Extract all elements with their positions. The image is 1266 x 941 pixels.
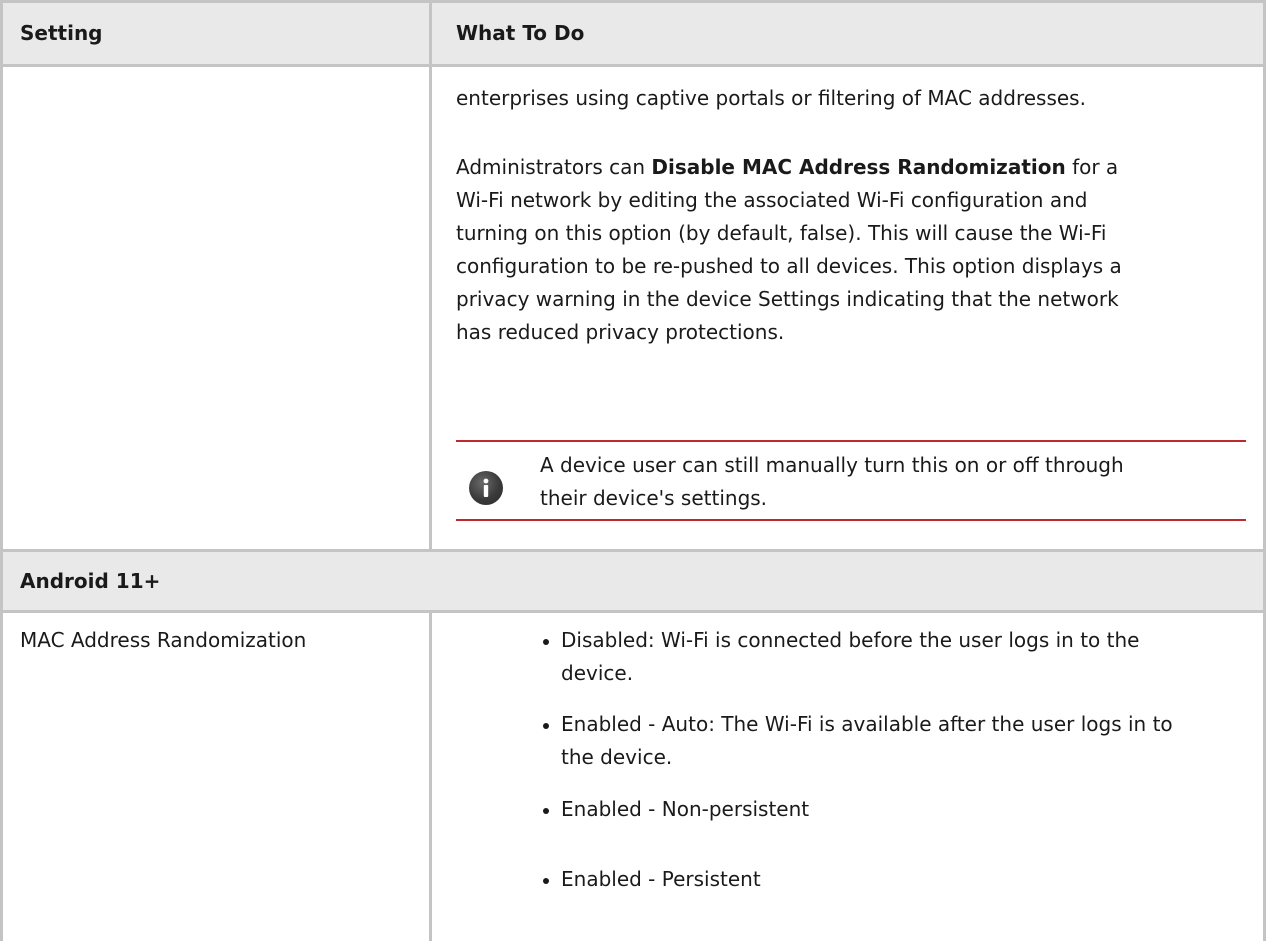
note-bottom-rule: [456, 519, 1246, 521]
column-divider: [429, 67, 432, 549]
column-header-setting: Setting: [20, 21, 103, 45]
admin-paragraph-line: has reduced privacy protections.: [456, 320, 785, 344]
admin-paragraph-line: Wi-Fi network by editing the associated …: [456, 188, 1088, 212]
admin-paragraph: Administrators can Disable MAC Address R…: [456, 151, 1246, 349]
option-enabled-auto: Enabled - Auto: The Wi-Fi is available a…: [539, 708, 1239, 774]
note-text: A device user can still manually turn th…: [540, 449, 1240, 515]
admin-paragraph-line: turning on this option (by default, fals…: [456, 221, 1107, 245]
bullet-icon: [543, 808, 549, 814]
bullet-icon: [543, 639, 549, 645]
admin-paragraph-line: configuration to be re-pushed to all dev…: [456, 254, 1122, 278]
column-divider: [429, 613, 432, 941]
table-row-continued: enterprises using captive portals or fil…: [3, 67, 1263, 549]
continued-text: enterprises using captive portals or fil…: [456, 86, 1086, 110]
note-text-line: their device's settings.: [540, 486, 768, 510]
section-label: Android 11+: [20, 569, 161, 593]
option-disabled: Disabled: Wi-Fi is connected before the …: [539, 624, 1239, 690]
admin-paragraph-line: privacy warning in the device Settings i…: [456, 287, 1119, 311]
admin-paragraph-line-1: Administrators can Disable MAC Address R…: [456, 155, 1119, 179]
section-row-android-11: Android 11+: [3, 549, 1263, 613]
disable-mac-randomization-term: Disable MAC Address Randomization: [651, 155, 1066, 179]
column-divider: [429, 3, 432, 64]
info-icon: [469, 471, 503, 505]
table-row-mac-randomization: MAC Address Randomization Disabled: Wi-F…: [3, 613, 1263, 941]
column-header-what-to-do: What To Do: [456, 21, 585, 45]
note-text-line: A device user can still manually turn th…: [540, 453, 1124, 477]
note-top-rule: [456, 440, 1246, 442]
option-enabled-non-persistent: Enabled - Non-persistent: [539, 793, 1239, 826]
bullet-icon: [543, 878, 549, 884]
option-enabled-persistent: Enabled - Persistent: [539, 863, 1239, 896]
settings-table: Setting What To Do enterprises using cap…: [0, 0, 1266, 941]
setting-name: MAC Address Randomization: [20, 628, 307, 652]
table-header-row: Setting What To Do: [3, 0, 1263, 67]
bullet-icon: [543, 723, 549, 729]
